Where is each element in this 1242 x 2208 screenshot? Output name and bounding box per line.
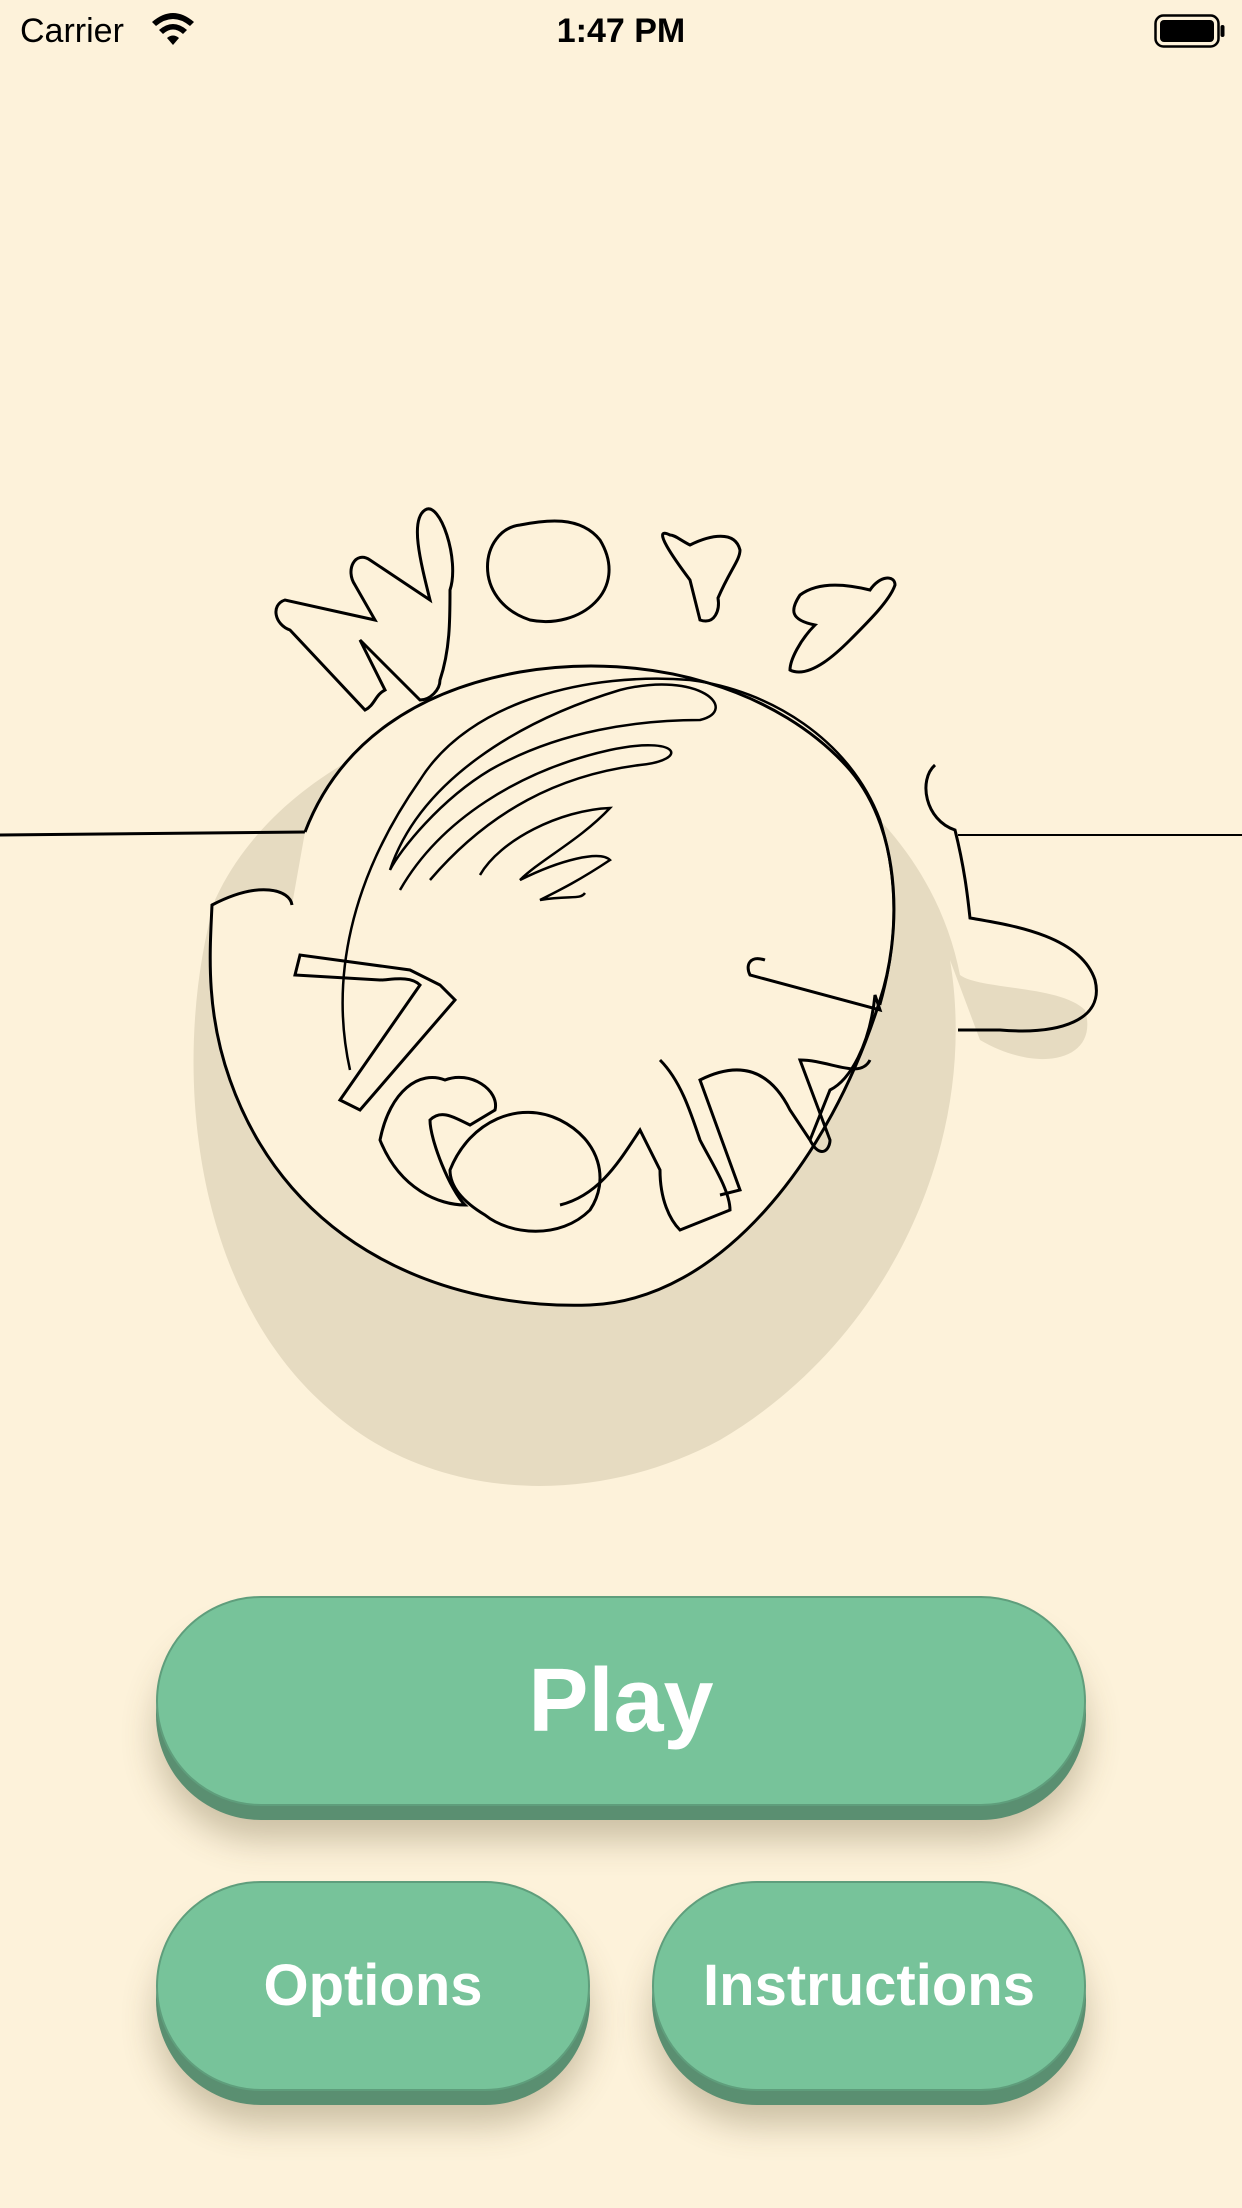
word-around-logo [0,507,1242,1486]
status-bar: Carrier 1:47 PM [0,0,1242,62]
status-time: 1:47 PM [556,12,686,50]
instructions-button[interactable]: Instructions [652,1881,1086,2091]
play-button[interactable]: Play [156,1596,1086,1806]
battery-icon [1154,14,1225,48]
options-button[interactable]: Options [156,1881,590,2091]
